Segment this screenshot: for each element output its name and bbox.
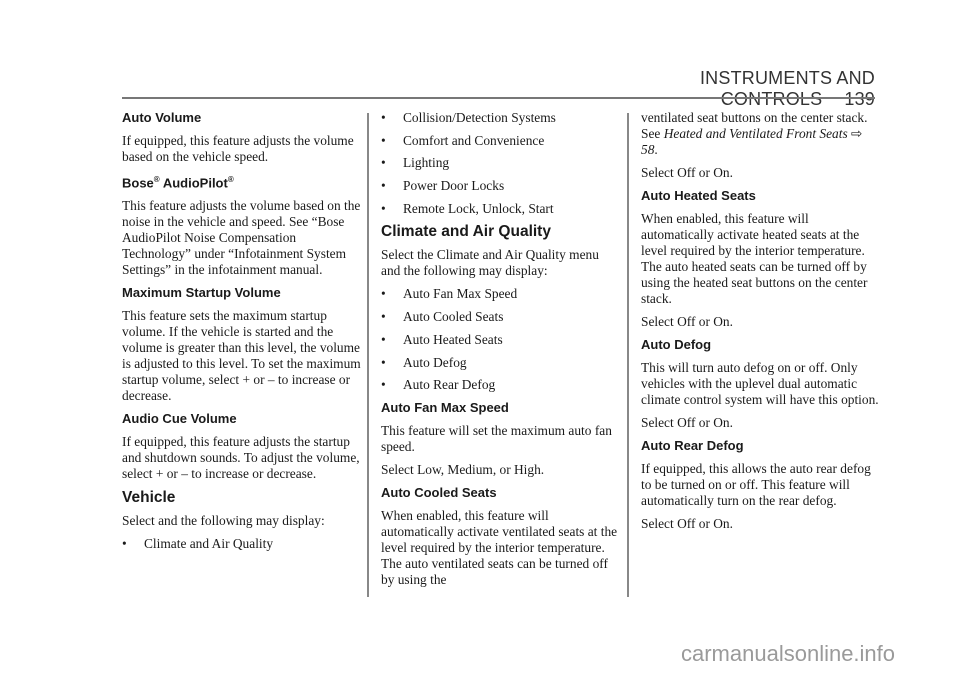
- heading-vehicle: Vehicle: [122, 489, 176, 507]
- paragraph: Select Low, Medium, or High.: [381, 461, 545, 477]
- list-item: • Power Door Locks: [381, 178, 505, 194]
- cross-reference-link[interactable]: Heated and Ventilated Front Seats: [664, 126, 848, 141]
- list-item: • Auto Defog: [381, 354, 467, 370]
- list-item: • Lighting: [381, 155, 450, 171]
- paragraph: This feature adjusts the volume based on…: [122, 198, 361, 278]
- heading-auto-heated: Auto Heated Seats: [641, 188, 756, 203]
- paragraph: Select Off or On.: [641, 516, 733, 531]
- page-number: 139: [844, 89, 875, 109]
- bullet-icon: •: [381, 200, 386, 216]
- paragraph: Select Off or On.: [641, 165, 733, 180]
- column-3: ventilated seat buttons on the center st…: [641, 110, 881, 539]
- paragraph: Select and the following may display:: [122, 513, 325, 529]
- bullet-icon: •: [381, 331, 386, 347]
- heading-auto-volume: Auto Volume: [122, 110, 202, 125]
- heading-bose-audiopilot: Bose® AudioPilot®: [122, 175, 234, 191]
- bullet-icon: •: [122, 536, 127, 552]
- paragraph: ventilated seat buttons on the center st…: [641, 110, 868, 157]
- paragraph: This feature will set the maximum auto f…: [381, 422, 612, 454]
- list-item: • Auto Heated Seats: [381, 331, 503, 347]
- bullet-icon: •: [381, 132, 386, 148]
- list-item: • Auto Rear Defog: [381, 377, 496, 393]
- column-divider: [627, 113, 629, 597]
- heading-climate: Climate and Air Quality: [381, 223, 551, 241]
- arrow-icon: ⇨: [851, 126, 863, 141]
- column-2: • Collision/Detection Systems • Comfort an…: [381, 110, 621, 595]
- bullet-icon: •: [381, 286, 386, 302]
- paragraph: This feature sets the maximum startup vo…: [122, 308, 361, 404]
- heading-auto-defog: Auto Defog: [641, 337, 712, 352]
- paragraph: Select Off or On.: [641, 314, 733, 329]
- heading-auto-cooled: Auto Cooled Seats: [381, 484, 497, 500]
- bullet-icon: •: [381, 354, 386, 370]
- running-header: INSTRUMENTS AND CONTROLS 139: [560, 68, 875, 110]
- paragraph: Select the Climate and Air Quality menu …: [381, 247, 599, 279]
- cross-reference-page[interactable]: 58: [641, 142, 654, 157]
- bullet-icon: •: [381, 178, 386, 194]
- bullet-icon: •: [381, 309, 386, 325]
- paragraph: If equipped, this allows the auto rear d…: [641, 461, 871, 508]
- bullet-icon: •: [381, 377, 386, 393]
- list-item: • Remote Lock, Unlock, Start: [381, 200, 554, 216]
- watermark: carmanualsonline.info: [681, 641, 896, 666]
- paragraph: Select Off or On.: [641, 415, 733, 430]
- list-item: • Comfort and Convenience: [381, 132, 545, 148]
- paragraph: When enabled, this feature will automati…: [641, 211, 868, 306]
- paragraph: This will turn auto defog on or off. Onl…: [641, 360, 879, 407]
- climate-list: • Auto Fan Max Speed • Auto Cooled Seats •…: [381, 286, 621, 393]
- heading-auto-rear-defog: Auto Rear Defog: [641, 438, 744, 453]
- paragraph: When enabled, this feature will automati…: [381, 507, 618, 587]
- heading-auto-fan: Auto Fan Max Speed: [381, 399, 509, 415]
- list-item: • Collision/Detection Systems: [381, 110, 556, 125]
- list-item: • Auto Cooled Seats: [381, 309, 504, 325]
- paragraph: If equipped, this feature adjusts the st…: [122, 434, 360, 482]
- heading-audio-cue-volume: Audio Cue Volume: [122, 411, 237, 427]
- vehicle-list-cont: • Collision/Detection Systems • Comfort an…: [381, 110, 621, 217]
- list-item: • Climate and Air Quality: [122, 536, 274, 552]
- column-1: Auto Volume If equipped, this feature ad…: [122, 110, 362, 559]
- bullet-icon: •: [381, 155, 386, 171]
- column-divider: [367, 113, 369, 597]
- vehicle-list: • Climate and Air Quality: [122, 536, 362, 552]
- header-rule: [122, 97, 875, 99]
- list-item: • Auto Fan Max Speed: [381, 286, 518, 302]
- heading-max-startup-volume: Maximum Startup Volume: [122, 285, 281, 301]
- bullet-icon: •: [381, 110, 386, 125]
- paragraph: If equipped, this feature adjusts the vo…: [122, 133, 354, 164]
